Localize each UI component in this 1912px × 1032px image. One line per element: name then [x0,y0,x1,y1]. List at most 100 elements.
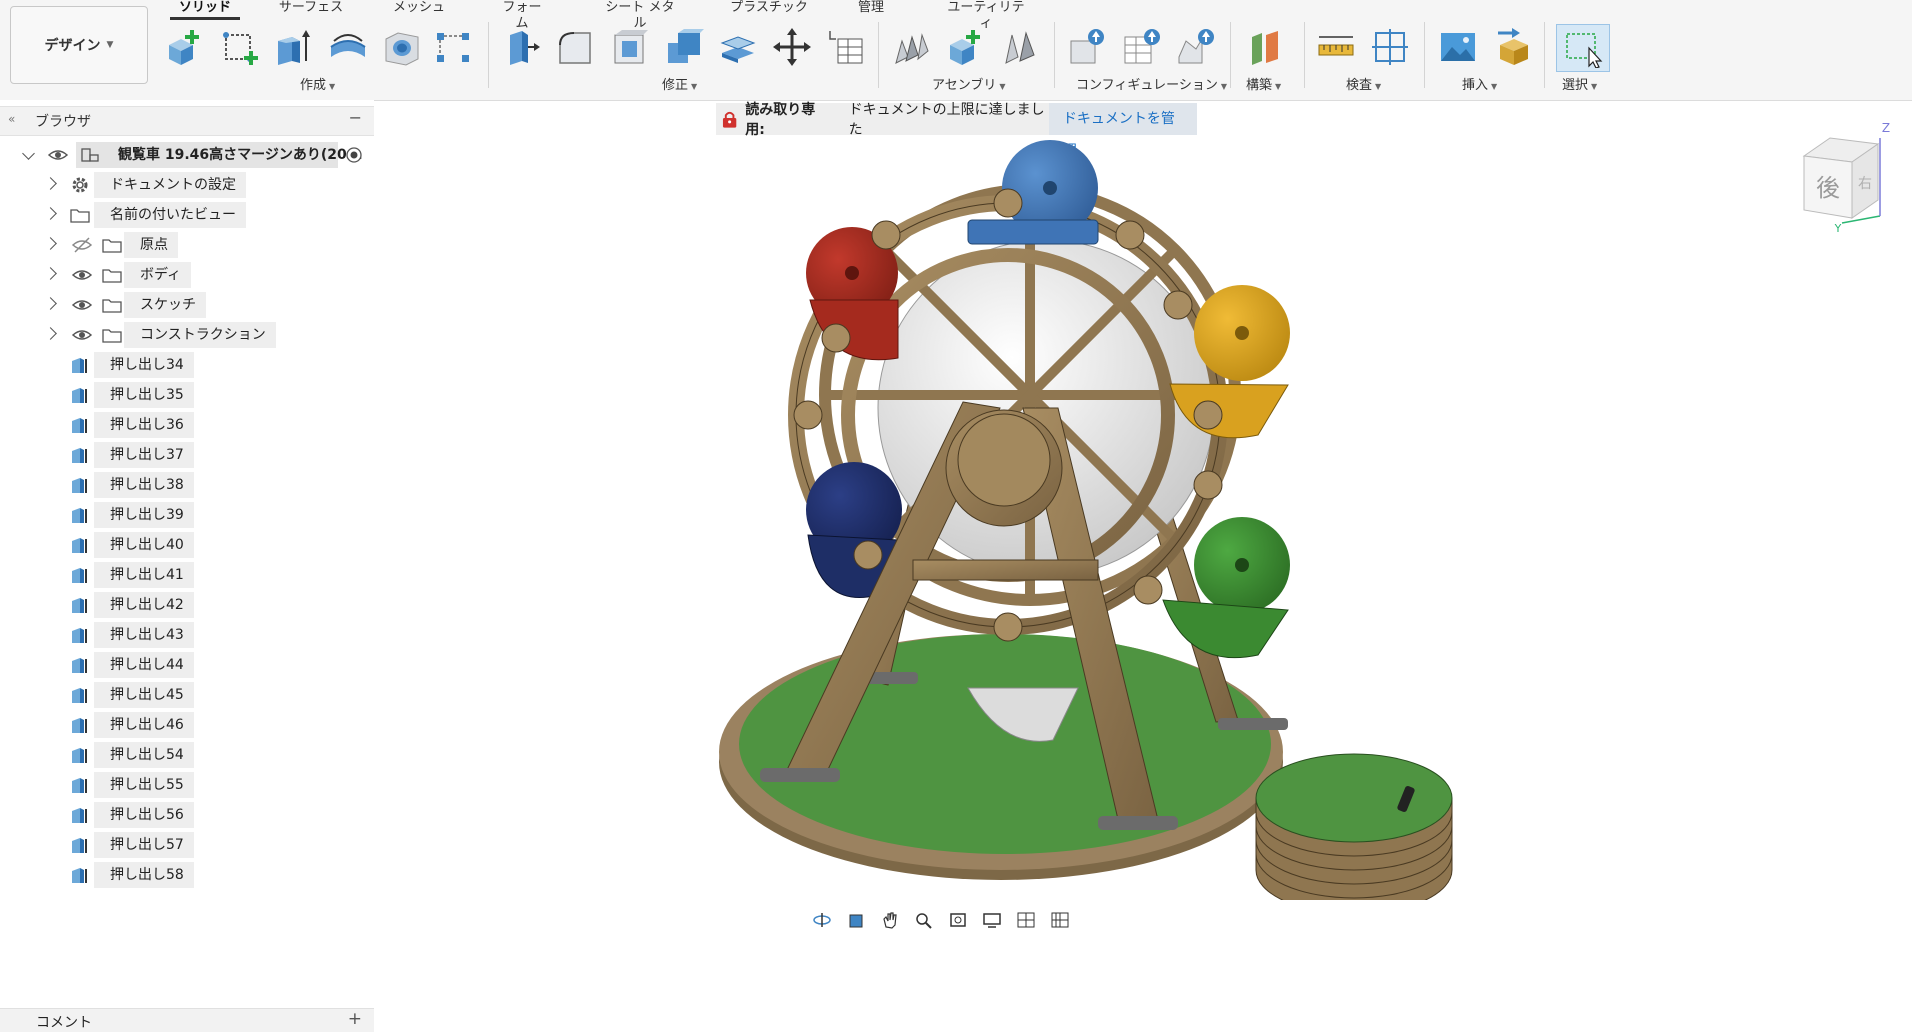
chevron-right-icon[interactable] [44,177,57,190]
root-component-row[interactable]: 観覧車 19.46高さマージンあり(20... [0,142,374,168]
orbit-icon[interactable] [810,910,834,930]
create-sketch-icon[interactable] [218,24,262,70]
combine-icon[interactable] [662,24,706,70]
group-construct[interactable]: 構築 ▼ [1246,74,1281,93]
select-icon[interactable] [1556,24,1610,72]
view-cube[interactable]: 後 右 Z Y [1790,118,1900,238]
zoom-icon[interactable] [912,910,936,930]
comment-label: コメント [36,1015,92,1031]
browser-feature-row[interactable]: 押し出し43 [0,622,374,648]
viewports-icon[interactable] [1048,910,1072,930]
browser-feature-row[interactable]: 押し出し38 [0,472,374,498]
group-select[interactable]: 選択 ▼ [1562,74,1597,93]
eye-icon[interactable] [47,145,69,165]
tab-plastic[interactable]: プラスチック [730,0,808,22]
insert-mesh-icon[interactable] [1490,24,1534,70]
browser-feature-row[interactable]: 押し出し37 [0,442,374,468]
browser-folder-row[interactable]: スケッチ [0,292,374,318]
offset-plane-icon[interactable] [1244,24,1288,70]
ferris-wheel-model[interactable] [718,140,1498,900]
eye-icon[interactable] [71,325,93,345]
group-modify[interactable]: 修正 ▼ [662,74,697,93]
manage-documents-link[interactable]: ドキュメントを管理 [1048,103,1197,159]
tab-form[interactable]: フォーム [498,0,546,31]
comments-bar[interactable]: コメント + [0,1008,374,1032]
tab-utilities[interactable]: ユーティリティ [946,0,1026,31]
activate-radio-icon[interactable] [344,145,364,165]
extrude-body-icon [70,835,90,855]
hole-icon[interactable] [380,24,424,70]
offset-face-icon[interactable] [716,24,760,70]
browser-feature-row[interactable]: 押し出し41 [0,562,374,588]
add-comment-icon[interactable]: + [348,1009,362,1029]
configure-icon[interactable] [1066,24,1110,70]
press-pull-icon[interactable] [500,24,544,70]
joint-icon[interactable] [890,24,934,70]
as-built-joint-icon[interactable] [998,24,1042,70]
group-inspect[interactable]: 検査 ▼ [1346,74,1381,93]
chevron-right-icon[interactable] [44,327,57,340]
browser-feature-row[interactable]: 押し出し45 [0,682,374,708]
display-settings-icon[interactable] [980,910,1004,930]
browser-feature-label: 押し出し58 [94,862,194,888]
browser-feature-row[interactable]: 押し出し36 [0,412,374,438]
group-insert[interactable]: 挿入 ▼ [1462,74,1497,93]
browser-folder-row[interactable]: ボディ [0,262,374,288]
pan-icon[interactable] [878,910,902,930]
eye-hidden-icon[interactable] [71,235,93,255]
chevron-right-icon[interactable] [44,207,57,220]
section-analysis-icon[interactable] [1368,24,1412,70]
browser-folder-row[interactable]: ドキュメントの設定 [0,172,374,198]
measure-icon[interactable] [1314,24,1358,70]
shell-icon[interactable] [608,24,652,70]
fit-icon[interactable] [946,910,970,930]
look-at-icon[interactable] [844,910,868,930]
browser-feature-row[interactable]: 押し出し34 [0,352,374,378]
group-assemble[interactable]: アセンブリ ▼ [932,74,1006,93]
fillet-icon[interactable] [554,24,598,70]
tab-manage[interactable]: 管理 [856,0,886,22]
browser-folder-row[interactable]: コンストラクション [0,322,374,348]
group-configure[interactable]: コンフィギュレーション ▼ [1076,74,1227,93]
chevron-right-icon[interactable] [44,297,57,310]
browser-feature-row[interactable]: 押し出し54 [0,742,374,768]
browser-feature-row[interactable]: 押し出し42 [0,592,374,618]
revolve-icon[interactable] [326,24,370,70]
browser-feature-row[interactable]: 押し出し35 [0,382,374,408]
browser-feature-row[interactable]: 押し出し44 [0,652,374,678]
pattern-icon[interactable] [431,24,475,70]
chevron-right-icon[interactable] [44,267,57,280]
browser-feature-row[interactable]: 押し出し55 [0,772,374,798]
new-component-assemble-icon[interactable] [944,24,988,70]
configure-model-icon[interactable] [1174,24,1218,70]
workspace-design-button[interactable]: デザイン ▼ [10,6,148,84]
eye-icon[interactable] [71,295,93,315]
group-create[interactable]: 作成 ▼ [300,74,335,93]
new-component-icon[interactable] [163,24,207,70]
insert-image-icon[interactable] [1436,24,1480,70]
configuration-table-icon[interactable] [1120,24,1164,70]
browser-folder-row[interactable]: 原点 [0,232,374,258]
move-icon[interactable] [770,24,814,70]
browser-feature-row[interactable]: 押し出し39 [0,502,374,528]
eye-icon[interactable] [71,265,93,285]
tab-surface[interactable]: サーフェス [276,0,346,22]
browser-feature-label: 押し出し55 [94,772,194,798]
browser-feature-row[interactable]: 押し出し40 [0,532,374,558]
tab-solid[interactable]: ソリッド [170,0,240,22]
extrude-body-icon [70,385,90,405]
collapse-panel-icon[interactable]: « [8,112,15,126]
browser-feature-row[interactable]: 押し出し58 [0,862,374,888]
browser-folder-row[interactable]: 名前の付いたビュー [0,202,374,228]
tab-sheet-metal[interactable]: シート メタル [600,0,680,31]
browser-feature-row[interactable]: 押し出し57 [0,832,374,858]
browser-feature-row[interactable]: 押し出し56 [0,802,374,828]
minimize-icon[interactable]: − [349,108,362,127]
parameters-icon[interactable] [824,24,868,70]
extrude-icon[interactable] [272,24,316,70]
chevron-down-icon[interactable] [22,147,35,160]
browser-feature-row[interactable]: 押し出し46 [0,712,374,738]
tab-mesh[interactable]: メッシュ [392,0,446,22]
grid-icon[interactable] [1014,910,1038,930]
chevron-right-icon[interactable] [44,237,57,250]
